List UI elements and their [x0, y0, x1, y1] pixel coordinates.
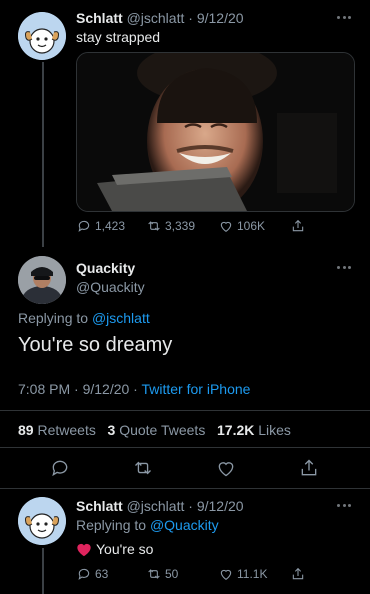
share-icon[interactable] — [299, 458, 319, 478]
reply-icon[interactable] — [50, 458, 70, 478]
replying-to-link[interactable]: @Quackity — [150, 517, 219, 533]
author-handle[interactable]: @Quackity — [76, 279, 145, 295]
schlatt-avatar[interactable] — [18, 497, 66, 545]
share-button[interactable] — [290, 566, 309, 582]
author-handle[interactable]: @jschlatt — [127, 498, 185, 514]
retweets-label: Retweets — [37, 422, 96, 438]
share-icon — [292, 219, 304, 232]
tweet-date: · 9/12/20 — [188, 498, 244, 514]
retweet-icon[interactable] — [133, 458, 153, 478]
reply-button[interactable]: 1,423 — [76, 218, 125, 234]
likes-count: 17.2K — [217, 422, 255, 438]
like-button[interactable]: 11.1K — [218, 566, 267, 582]
author-name[interactable]: Schlatt — [76, 10, 123, 26]
replying-to-label: Replying to — [76, 517, 147, 533]
tweet-text: You're so — [96, 541, 154, 557]
quote-tweets-stat[interactable]: 3 Quote Tweets — [108, 422, 210, 438]
reply-icon — [78, 220, 90, 232]
divider — [0, 410, 370, 411]
share-button[interactable] — [290, 218, 309, 234]
heart-icon — [220, 569, 232, 580]
replying-to-link[interactable]: @jschlatt — [92, 310, 150, 326]
reply-button[interactable]: 63 — [76, 566, 108, 582]
quackity-avatar[interactable] — [18, 256, 66, 304]
retweets-stat[interactable]: 89 Retweets — [18, 422, 100, 438]
divider — [0, 488, 370, 489]
share-icon — [292, 567, 304, 580]
retweet-button[interactable]: 50 — [146, 566, 178, 582]
tweet-date: · 9/12/20 — [188, 10, 244, 26]
reply-count: 63 — [95, 567, 109, 581]
tweet-timestamp: 7:08 PM · 9/12/20 · — [18, 381, 138, 397]
likes-label: Likes — [258, 422, 291, 438]
profile-photo-icon — [18, 256, 66, 304]
red-heart-emoji-icon — [77, 543, 91, 556]
retweet-icon — [148, 569, 160, 579]
tweet-source-link[interactable]: Twitter for iPhone — [141, 381, 250, 397]
tweet-text: stay strapped — [76, 29, 161, 45]
tweet-text: You're so dreamy — [18, 334, 173, 356]
retweets-count: 89 — [18, 422, 34, 438]
replying-to-label: Replying to — [18, 310, 89, 326]
divider — [0, 447, 370, 448]
thread-line — [42, 62, 44, 247]
schlatt-avatar[interactable] — [18, 12, 66, 60]
ram-cartoon-icon — [18, 497, 66, 545]
more-options-icon[interactable] — [337, 266, 351, 270]
retweet-count: 3,339 — [165, 219, 196, 233]
likes-stat[interactable]: 17.2K Likes — [217, 422, 291, 438]
reply-icon — [78, 568, 90, 580]
retweet-button[interactable]: 3,339 — [146, 218, 195, 234]
author-name[interactable]: Schlatt — [76, 498, 123, 514]
retweet-count: 50 — [165, 567, 179, 581]
quotes-count: 3 — [107, 422, 116, 438]
heart-icon[interactable] — [216, 458, 236, 478]
tweet-media-photo[interactable] — [76, 52, 355, 212]
reply-count: 1,423 — [95, 219, 126, 233]
like-count: 106K — [237, 219, 266, 233]
author-name[interactable]: Quackity — [76, 260, 135, 276]
heart-icon — [220, 221, 232, 232]
thread-line — [42, 548, 44, 594]
ram-cartoon-icon — [18, 12, 66, 60]
more-options-icon[interactable] — [337, 16, 351, 20]
like-button[interactable]: 106K — [218, 218, 265, 234]
more-options-icon[interactable] — [337, 504, 351, 508]
quotes-label: Quote Tweets — [119, 422, 206, 438]
retweet-icon — [148, 221, 160, 231]
like-count: 11.1K — [237, 567, 268, 581]
author-handle[interactable]: @jschlatt — [127, 10, 185, 26]
